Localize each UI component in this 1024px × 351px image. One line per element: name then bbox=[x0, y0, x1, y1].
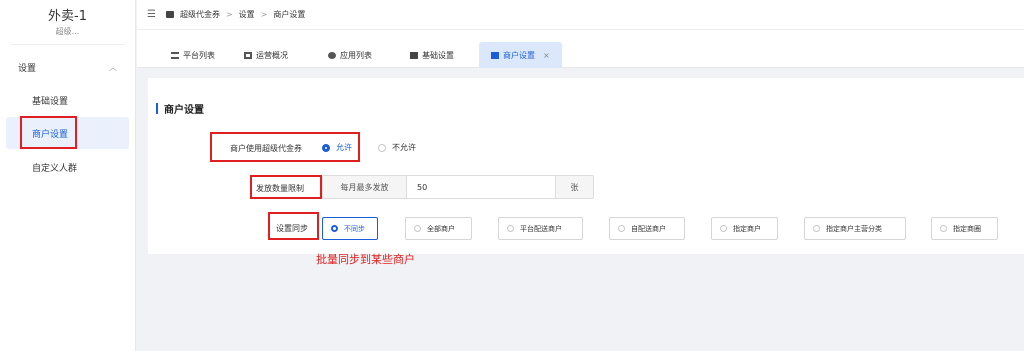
list-icon bbox=[171, 51, 179, 59]
sync-option-business-district[interactable]: 指定商圈 bbox=[931, 217, 998, 240]
highlight-box-sidebar bbox=[20, 116, 77, 149]
sync-option-merchant-category[interactable]: 指定商户主营分类 bbox=[804, 217, 906, 240]
app-icon bbox=[165, 11, 174, 18]
breadcrumb-item[interactable]: 超级代金券 bbox=[180, 9, 220, 20]
breadcrumb-item[interactable]: 设置 bbox=[239, 9, 255, 20]
apps-icon bbox=[328, 51, 336, 59]
sync-option-label: 平台配送商户 bbox=[520, 224, 562, 233]
breadcrumb-separator: > bbox=[260, 10, 268, 19]
input-suffix: 张 bbox=[555, 176, 593, 198]
sync-option-platform-delivery[interactable]: 平台配送商户 bbox=[498, 217, 583, 240]
sidebar-item-label: 基础设置 bbox=[32, 96, 69, 107]
sync-option-label: 自配送商户 bbox=[631, 224, 666, 233]
sync-option-self-delivery[interactable]: 自配送商户 bbox=[609, 217, 685, 240]
sync-option-label: 指定商户主营分类 bbox=[826, 224, 882, 233]
breadcrumb: 超级代金券 > 设置 > 商户设置 bbox=[165, 9, 306, 20]
grid-icon bbox=[244, 51, 252, 59]
tab-bar: 平台列表 运营概况 应用列表 基础设置 商户设置 × bbox=[137, 30, 1024, 68]
tab-platform-list[interactable]: 平台列表 bbox=[171, 42, 215, 68]
sync-option-label: 指定商圈 bbox=[953, 224, 981, 233]
tab-operations-overview[interactable]: 运营概况 bbox=[244, 42, 288, 68]
radio-unchecked-icon bbox=[507, 225, 514, 232]
tab-label: 平台列表 bbox=[183, 50, 215, 60]
top-bar: ☰ 超级代金券 > 设置 > 商户设置 bbox=[137, 0, 1024, 30]
radio-unchecked-icon bbox=[940, 225, 947, 232]
sidebar-group-label: 设置 bbox=[18, 63, 37, 74]
chevron-up-icon: ︿ bbox=[109, 62, 117, 72]
radio-checked-icon bbox=[331, 225, 338, 232]
tab-label: 运营概况 bbox=[256, 50, 288, 60]
close-icon[interactable]: × bbox=[543, 51, 550, 60]
highlight-box-sync bbox=[268, 212, 319, 240]
annotation-note: 批量同步到某些商户 bbox=[316, 253, 415, 266]
page-title: 商户设置 bbox=[156, 101, 204, 116]
sidebar: 外卖-1 超级... 设置 ︿ 基础设置 商户设置 自定义人群 bbox=[0, 0, 136, 351]
menu-collapse-icon[interactable]: ☰ bbox=[147, 9, 156, 20]
radio-unchecked-icon bbox=[618, 225, 625, 232]
sidebar-item-basic-settings[interactable]: 基础设置 bbox=[6, 84, 129, 116]
highlight-box-allow bbox=[210, 132, 360, 162]
window-icon bbox=[491, 51, 499, 59]
radio-unchecked-icon bbox=[378, 143, 386, 152]
sidebar-item-label: 自定义人群 bbox=[32, 163, 78, 174]
sync-option-all-merchants[interactable]: 全部商户 bbox=[405, 217, 472, 240]
sync-option-specified-merchants[interactable]: 指定商户 bbox=[711, 217, 778, 240]
sync-option-label: 指定商户 bbox=[733, 224, 761, 233]
app-title: 外卖-1 bbox=[48, 9, 87, 24]
breadcrumb-separator: > bbox=[225, 10, 233, 19]
tab-merchant-settings[interactable]: 商户设置 × bbox=[479, 42, 562, 68]
radio-label: 不允许 bbox=[392, 143, 416, 152]
monthly-limit-input[interactable] bbox=[407, 176, 555, 198]
highlight-box-limit bbox=[250, 175, 322, 199]
sidebar-group-settings[interactable]: 设置 ︿ bbox=[0, 56, 135, 78]
tab-basic-settings[interactable]: 基础设置 bbox=[410, 42, 454, 68]
radio-disallow[interactable]: 不允许 bbox=[378, 142, 416, 153]
title-accent-bar bbox=[156, 102, 158, 114]
radio-unchecked-icon bbox=[720, 225, 727, 232]
input-prefix: 每月最多发放 bbox=[323, 176, 407, 198]
tab-label: 应用列表 bbox=[340, 50, 372, 60]
tab-label: 基础设置 bbox=[422, 50, 454, 60]
sync-option-label: 不同步 bbox=[344, 224, 365, 233]
page-title-text: 商户设置 bbox=[164, 104, 204, 116]
radio-unchecked-icon bbox=[813, 225, 820, 232]
tab-app-list[interactable]: 应用列表 bbox=[328, 42, 372, 68]
sidebar-divider bbox=[10, 44, 125, 45]
app-subtitle: 超级... bbox=[55, 27, 80, 36]
tab-label: 商户设置 bbox=[503, 50, 535, 60]
radio-unchecked-icon bbox=[414, 225, 421, 232]
breadcrumb-item: 商户设置 bbox=[273, 10, 306, 19]
monthly-limit-input-group: 每月最多发放 张 bbox=[322, 175, 594, 199]
sync-option-label: 全部商户 bbox=[427, 224, 455, 233]
app-logo[interactable]: 外卖-1 超级... bbox=[0, 0, 135, 44]
sidebar-item-custom-audience[interactable]: 自定义人群 bbox=[6, 151, 129, 183]
window-icon bbox=[410, 51, 418, 59]
sync-option-none[interactable]: 不同步 bbox=[322, 217, 378, 240]
